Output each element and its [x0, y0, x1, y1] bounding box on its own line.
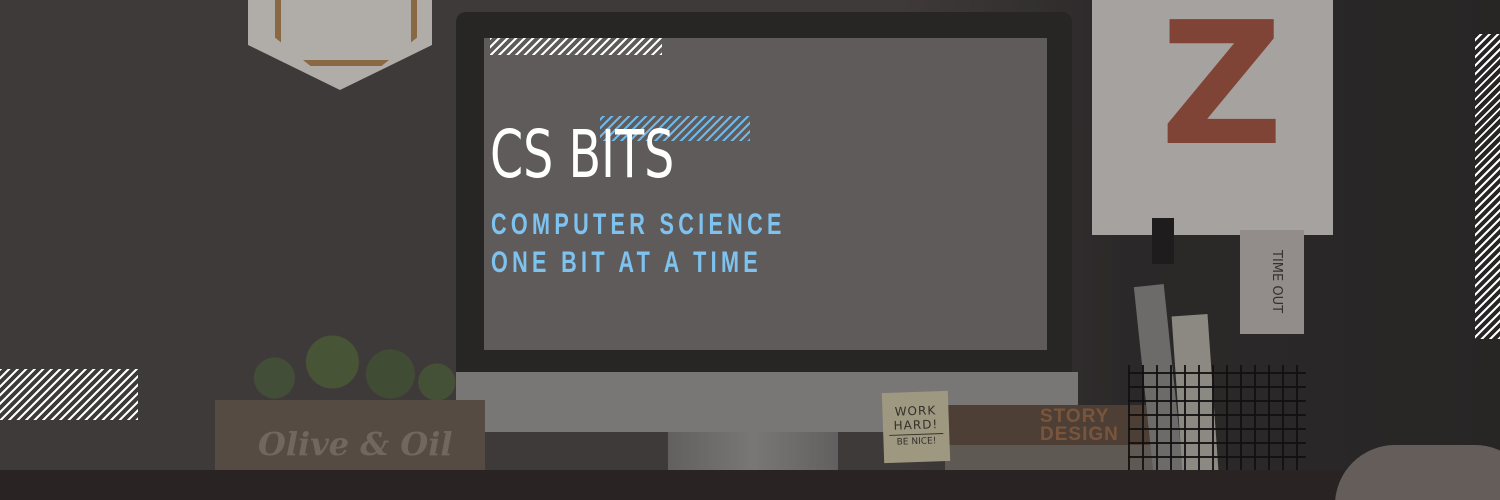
stripe-decoration-top	[490, 38, 662, 55]
banner-subtitle-line1: COMPUTER SCIENCE	[491, 208, 786, 241]
banner-title: CS BITS	[490, 116, 675, 193]
stripe-decoration-left	[0, 369, 138, 420]
banner-subtitle-line2: ONE BIT AT A TIME	[491, 246, 763, 279]
banner-subtitle: COMPUTER SCIENCE ONE BIT AT A TIME	[491, 206, 786, 282]
stripe-decoration-right	[1475, 34, 1500, 339]
